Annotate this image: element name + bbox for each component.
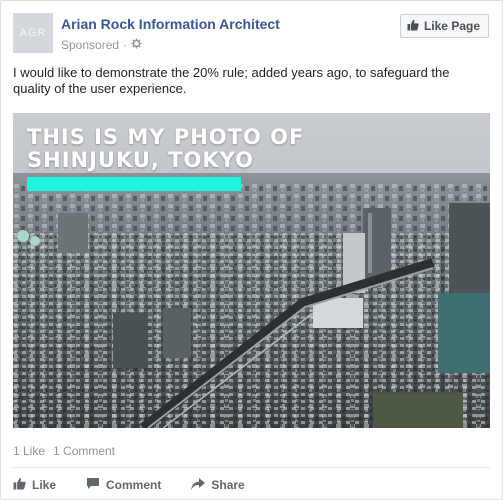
share-button[interactable]: Share [191,477,245,493]
avatar-text: AGR [19,27,47,39]
photo-accent-bar [27,177,241,191]
comment-label: Comment [106,478,162,492]
comment-icon [86,477,100,493]
thumbs-up-icon [407,19,419,34]
post-meta: Sponsored · [61,38,142,52]
share-icon [191,477,206,493]
like-page-button[interactable]: Like Page [399,14,489,38]
post-text: I would like to demonstrate the 20% rule… [13,65,450,96]
comment-count[interactable]: 1 Comment [53,444,115,458]
photo-title-line-1: THIS IS MY PHOTO OF [27,125,305,149]
like-label: Like [32,478,57,492]
meta-dot: · [123,38,128,52]
comment-button[interactable]: Comment [86,477,161,493]
page-avatar[interactable]: AGR [13,13,53,53]
actions-divider [13,467,490,468]
audience-gear-icon[interactable] [131,38,142,52]
post-actions: Like Comment Share [13,474,490,496]
photo-overlay-title: THIS IS MY PHOTO OF SHINJUKU, TOKYO [27,126,304,172]
share-label: Share [211,478,245,492]
sponsored-label[interactable]: Sponsored [61,38,119,52]
photo-title-line-2: SHINJUKU, TOKYO [27,148,254,172]
thumbs-up-icon [13,477,26,493]
page-name-link[interactable]: Arian Rock Information Architect [61,16,280,32]
like-page-label: Like Page [423,19,480,33]
like-button[interactable]: Like [13,477,56,493]
like-count[interactable]: 1 Like [13,444,45,458]
reaction-counts: 1 Like 1 Comment [13,444,115,458]
sponsored-post-card: AGR Arian Rock Information Architect Spo… [0,0,503,500]
post-photo[interactable]: THIS IS MY PHOTO OF SHINJUKU, TOKYO [13,113,490,428]
post-header: AGR Arian Rock Information Architect Spo… [13,13,489,55]
